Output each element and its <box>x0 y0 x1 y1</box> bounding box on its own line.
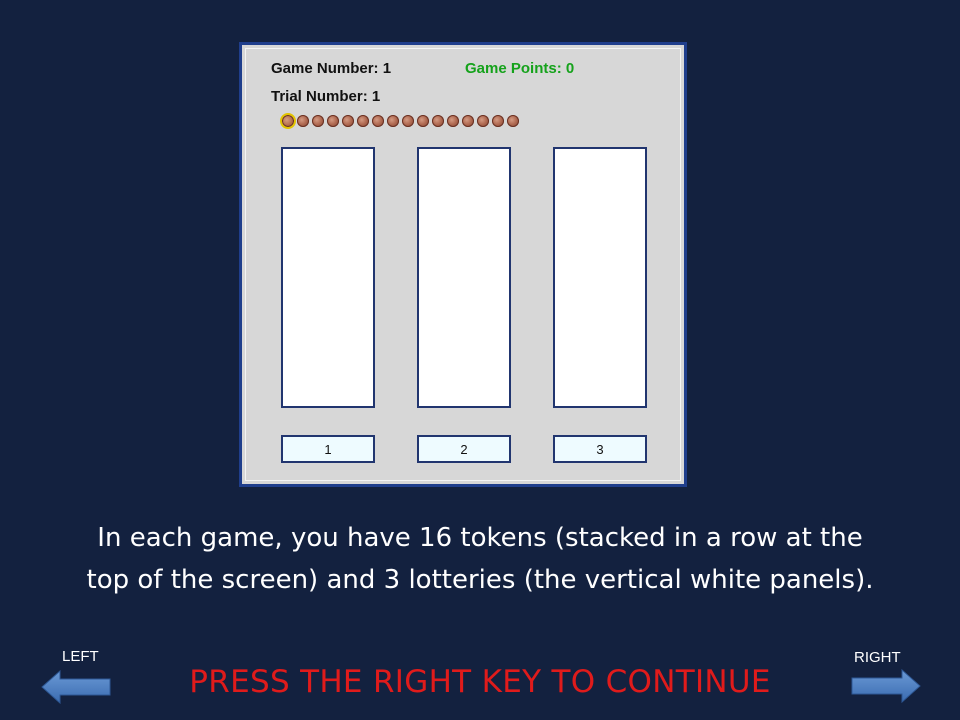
lottery-button-2[interactable]: 2 <box>417 435 511 463</box>
game-screenshot-frame: Game Number: 1 Game Points: 0 Trial Numb… <box>239 42 687 487</box>
token-icon[interactable] <box>477 115 489 127</box>
lottery-button-3[interactable]: 3 <box>553 435 647 463</box>
token-icon[interactable] <box>447 115 459 127</box>
instruction-line-1: In each game, you have 16 tokens (stacke… <box>97 523 863 553</box>
token-icon[interactable] <box>342 115 354 127</box>
token-icon[interactable] <box>507 115 519 127</box>
left-nav-label: LEFT <box>62 648 99 665</box>
token-icon[interactable] <box>312 115 324 127</box>
token-icon[interactable] <box>327 115 339 127</box>
game-points-text: Game Points: 0 <box>465 60 575 77</box>
token-icon[interactable] <box>432 115 444 127</box>
trial-number-text: Trial Number: 1 <box>271 88 381 105</box>
token-icon[interactable] <box>417 115 429 127</box>
lottery-button-1[interactable]: 1 <box>281 435 375 463</box>
token-icon[interactable] <box>372 115 384 127</box>
token-icon[interactable] <box>462 115 474 127</box>
instruction-line-2: top of the screen) and 3 lotteries (the … <box>86 565 874 595</box>
token-icon[interactable] <box>402 115 414 127</box>
instruction-text: In each game, you have 16 tokens (stacke… <box>0 517 960 601</box>
lottery-panel-1[interactable] <box>281 147 375 408</box>
token-icon[interactable] <box>492 115 504 127</box>
token-icon[interactable] <box>387 115 399 127</box>
lottery-panel-2[interactable] <box>417 147 511 408</box>
token-icon[interactable] <box>297 115 309 127</box>
token-row <box>280 113 522 129</box>
token-icon[interactable] <box>280 113 296 129</box>
continue-prompt: PRESS THE RIGHT KEY TO CONTINUE <box>189 664 771 700</box>
game-number-text: Game Number: 1 <box>271 60 392 77</box>
lottery-panel-3[interactable] <box>553 147 647 408</box>
token-icon[interactable] <box>357 115 369 127</box>
